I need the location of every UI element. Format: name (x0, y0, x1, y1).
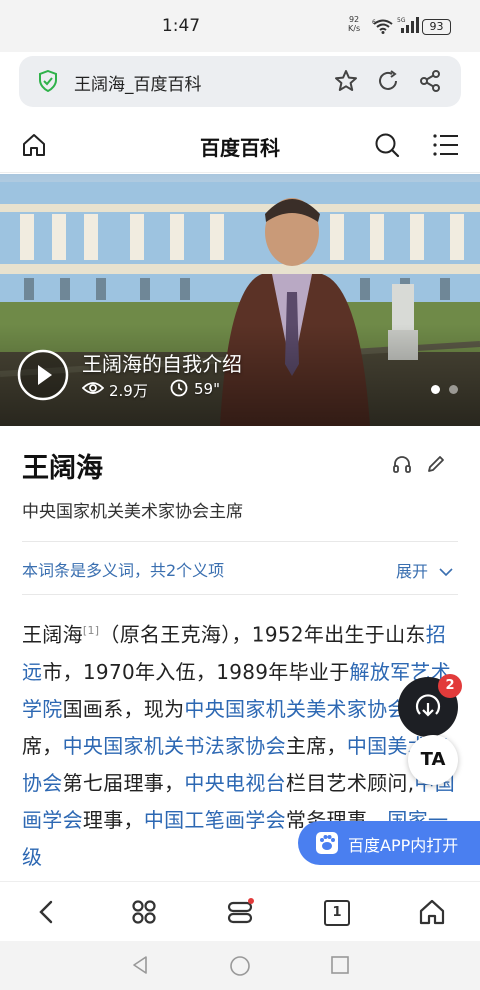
status-bar: 1:47 92 K/s 6 5G 93 (0, 0, 480, 52)
entry-title: 王阔海 (22, 453, 103, 484)
shield-check-icon (39, 70, 57, 92)
open-in-app-button[interactable]: 百度APP内打开 (298, 821, 480, 865)
eye-icon (82, 382, 104, 394)
recents-square-icon[interactable] (330, 955, 350, 975)
body-text: 第七届理事， (62, 770, 185, 795)
net-speed: 92 K/s (348, 15, 360, 33)
browser-bottom-nav: 1 (0, 881, 480, 942)
divider (22, 594, 458, 595)
expand-label: 展开 (396, 562, 429, 581)
polysemy-note[interactable]: 本词条是多义词，共2个义项 (22, 557, 224, 581)
address-bar[interactable]: 王阔海_百度百科 (19, 56, 461, 107)
headphones-icon[interactable] (392, 454, 412, 474)
body-text: 理事， (82, 807, 144, 832)
wifi-label: 6 (372, 19, 376, 26)
star-icon[interactable] (334, 69, 358, 93)
wifi-icon: 6 (372, 19, 393, 34)
play-icon[interactable] (17, 349, 69, 401)
body-text: 国画系，现为 (62, 696, 185, 721)
body-text: 主席， (285, 733, 347, 758)
edit-pencil-icon[interactable] (426, 454, 446, 474)
ta-button[interactable]: TA (408, 735, 458, 785)
body-text: 王阔海 (22, 622, 83, 647)
site-brand[interactable]: 百度百科 (0, 132, 480, 161)
chevron-down-icon (439, 568, 453, 577)
tab-count-icon[interactable]: 1 (324, 900, 350, 926)
net-speed-unit: K/s (348, 24, 361, 33)
battery-indicator: 93 (422, 19, 451, 35)
expand-button[interactable]: 展开 (396, 558, 453, 582)
open-in-app-label: 百度APP内打开 (348, 836, 459, 855)
baidu-paw-icon (316, 832, 338, 854)
entry-link[interactable]: 中央电视台 (184, 771, 286, 795)
back-triangle-icon[interactable] (130, 955, 150, 975)
entry-link[interactable]: 中央国家机关美术家协会 (184, 697, 407, 721)
system-nav-bar (0, 941, 480, 990)
search-icon[interactable] (374, 132, 400, 158)
carousel-dot[interactable] (449, 385, 458, 394)
menu-icon[interactable] (433, 133, 459, 157)
carousel-dot-active[interactable] (431, 385, 440, 394)
back-arrow-icon[interactable] (36, 899, 58, 925)
video-duration: 59" (194, 380, 220, 398)
notification-badge: 2 (438, 674, 462, 698)
body-text: 栏目艺术顾问, (285, 770, 415, 795)
refresh-icon[interactable] (376, 69, 400, 93)
net-speed-value: 92 (348, 15, 360, 24)
view-count: 2.9万 (109, 382, 148, 400)
cell-label: 5G (397, 17, 406, 24)
body-text: 市，1970年入伍，1989年毕业于 (42, 659, 350, 684)
status-time: 1:47 (161, 16, 201, 36)
site-header: 百度百科 (0, 120, 480, 173)
divider (22, 541, 458, 542)
hero-video[interactable] (0, 174, 480, 426)
entry-link[interactable]: 中国工笔画学会 (144, 808, 286, 832)
hero-caption[interactable]: 王阔海的自我介绍 (82, 348, 242, 377)
cell-signal-icon: 5G (397, 17, 419, 33)
body-text: （原名王克海），1952年出生于山东 (99, 622, 426, 647)
apps-icon[interactable] (131, 899, 157, 925)
clock-icon (170, 379, 188, 397)
home-icon[interactable] (418, 898, 446, 926)
page-url-title[interactable]: 王阔海_百度百科 (74, 70, 202, 95)
entry-subtitle: 中央国家机关美术家协会主席 (22, 502, 243, 522)
stack-icon[interactable] (226, 898, 256, 926)
reference-marker[interactable]: [1] (83, 624, 99, 637)
entry-link[interactable]: 中央国家机关书法家协会 (63, 734, 286, 758)
broadcast-download-icon (415, 694, 441, 717)
share-icon[interactable] (418, 69, 442, 93)
home-circle-icon[interactable] (229, 955, 251, 977)
